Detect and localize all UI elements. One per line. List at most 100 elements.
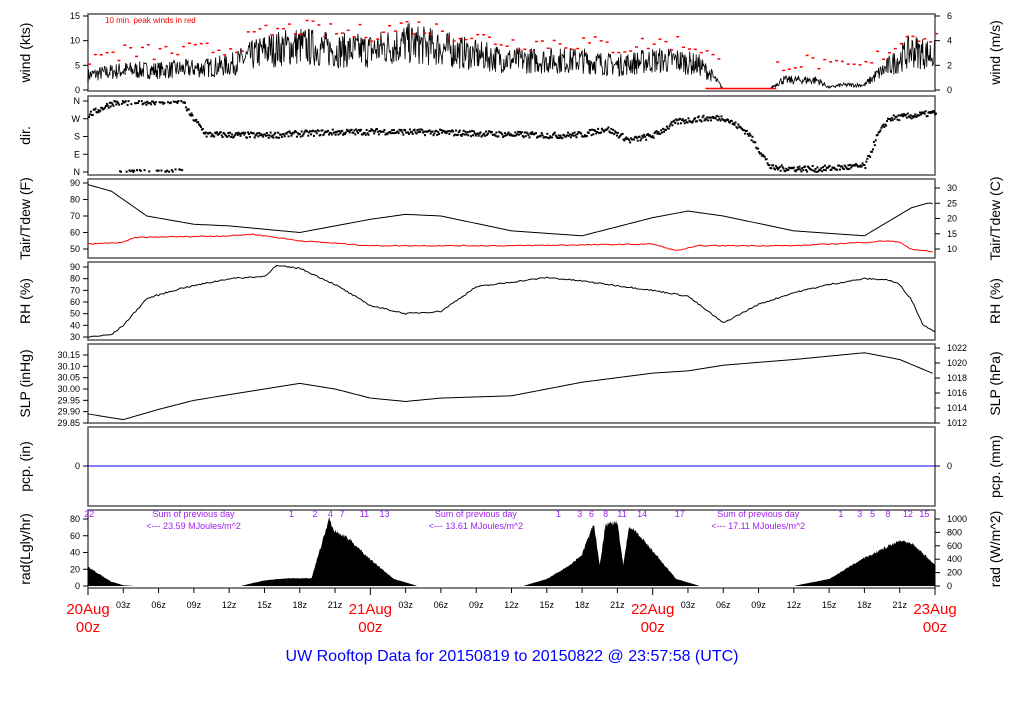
dir-point: [768, 164, 771, 167]
dir-point: [898, 119, 901, 122]
gust-mark: [564, 47, 568, 49]
ytick-label: 50: [70, 309, 80, 319]
dir-point: [257, 135, 260, 138]
dir-point: [702, 114, 705, 117]
ytick-label: 90: [70, 262, 80, 272]
dir-point: [751, 135, 754, 138]
dir-point: [310, 133, 313, 136]
gust-mark: [629, 50, 633, 52]
gust-mark: [193, 43, 197, 46]
dir-point: [365, 128, 368, 131]
xtick-label: 18z: [857, 600, 872, 610]
dir-point: [408, 128, 411, 131]
gust-mark: [605, 41, 609, 43]
dir-point: [108, 101, 111, 104]
dir-point: [347, 129, 350, 132]
gust-mark: [105, 51, 109, 54]
dir-point: [679, 122, 682, 125]
gust-mark: [782, 69, 786, 72]
dir-point: [497, 135, 500, 138]
dir-point: [623, 139, 626, 142]
dir-point: [664, 129, 667, 132]
rooftop-weather-chart: wind (kts) wind (m/s)0510150246dir.NESWNT…: [17, 11, 1003, 636]
dir-point: [487, 132, 490, 135]
gust-mark: [117, 59, 121, 62]
gust-mark: [829, 61, 833, 63]
xtick-label: 15z: [822, 600, 837, 610]
ylabel-rh: RH (%): [17, 278, 33, 324]
dir-point: [289, 131, 292, 134]
dir-point: [159, 101, 162, 104]
dir-point: [559, 134, 562, 137]
dir-point: [715, 114, 718, 117]
gust-mark: [229, 48, 233, 50]
gust-mark: [476, 33, 480, 36]
dir-point: [796, 166, 799, 169]
dir-point: [553, 131, 556, 134]
gust-mark: [435, 23, 439, 25]
dir-point: [490, 130, 493, 133]
dir-point: [892, 114, 895, 117]
ylabel-pcp: pcp. (in): [17, 441, 33, 492]
dir-point: [99, 109, 102, 112]
dir-point: [609, 131, 612, 134]
dir-point: [910, 117, 913, 120]
dir-point: [197, 121, 200, 124]
dir-point: [239, 134, 242, 137]
xtick-label: 03z: [116, 600, 131, 610]
dir-point: [836, 168, 839, 171]
dir-point: [471, 134, 474, 137]
xtick-label: 18z: [292, 600, 307, 610]
dir-point: [759, 152, 762, 155]
ylabel-wind: wind (kts): [17, 23, 33, 84]
dir-point: [644, 135, 647, 138]
dir-point: [823, 168, 826, 171]
gust-mark: [699, 51, 703, 54]
gust-mark: [693, 48, 697, 51]
dir-point: [882, 123, 885, 126]
dir-point: [821, 170, 824, 173]
dir-point: [374, 130, 377, 133]
ytick-label: 30: [70, 332, 80, 342]
day-date-label: 23Aug: [913, 601, 956, 618]
gust-mark: [264, 24, 268, 27]
gust-mark: [176, 53, 180, 56]
dir-point: [187, 108, 190, 111]
dir-point: [580, 132, 583, 135]
dir-point: [438, 132, 441, 135]
dir-point: [717, 115, 720, 118]
day-hour-label: 00z: [76, 619, 100, 636]
gust-mark: [311, 20, 315, 22]
ytick-right-label: 400: [947, 554, 962, 564]
gust-mark: [182, 45, 186, 48]
rad-hour-marker: 12: [903, 509, 913, 519]
gust-mark: [599, 40, 603, 42]
dir-point: [528, 136, 531, 139]
dir-point: [514, 131, 517, 134]
gust-mark: [246, 31, 250, 33]
xtick-label: 21z: [610, 600, 625, 610]
dir-point: [471, 129, 474, 132]
dir-point: [88, 113, 91, 116]
gust-mark: [664, 40, 668, 43]
dir-point: [893, 117, 896, 120]
ytick-label: N: [74, 167, 81, 177]
dir-point: [452, 130, 455, 133]
air-temp-line: [87, 184, 933, 237]
dir-point: [669, 123, 672, 126]
ytick-label: 30.15: [57, 350, 80, 360]
dir-point: [556, 136, 559, 139]
dir-point: [518, 133, 521, 136]
dir-point: [246, 136, 249, 139]
dir-point: [846, 168, 849, 171]
dir-point: [283, 135, 286, 138]
dir-point: [205, 135, 208, 138]
dir-point: [839, 168, 842, 171]
dir-point: [806, 170, 809, 173]
dir-point: [539, 134, 542, 137]
ytick-label: 40: [70, 320, 80, 330]
dir-point: [840, 165, 843, 168]
gust-mark: [458, 37, 462, 40]
dir-point: [243, 133, 246, 136]
dir-point: [561, 137, 564, 140]
